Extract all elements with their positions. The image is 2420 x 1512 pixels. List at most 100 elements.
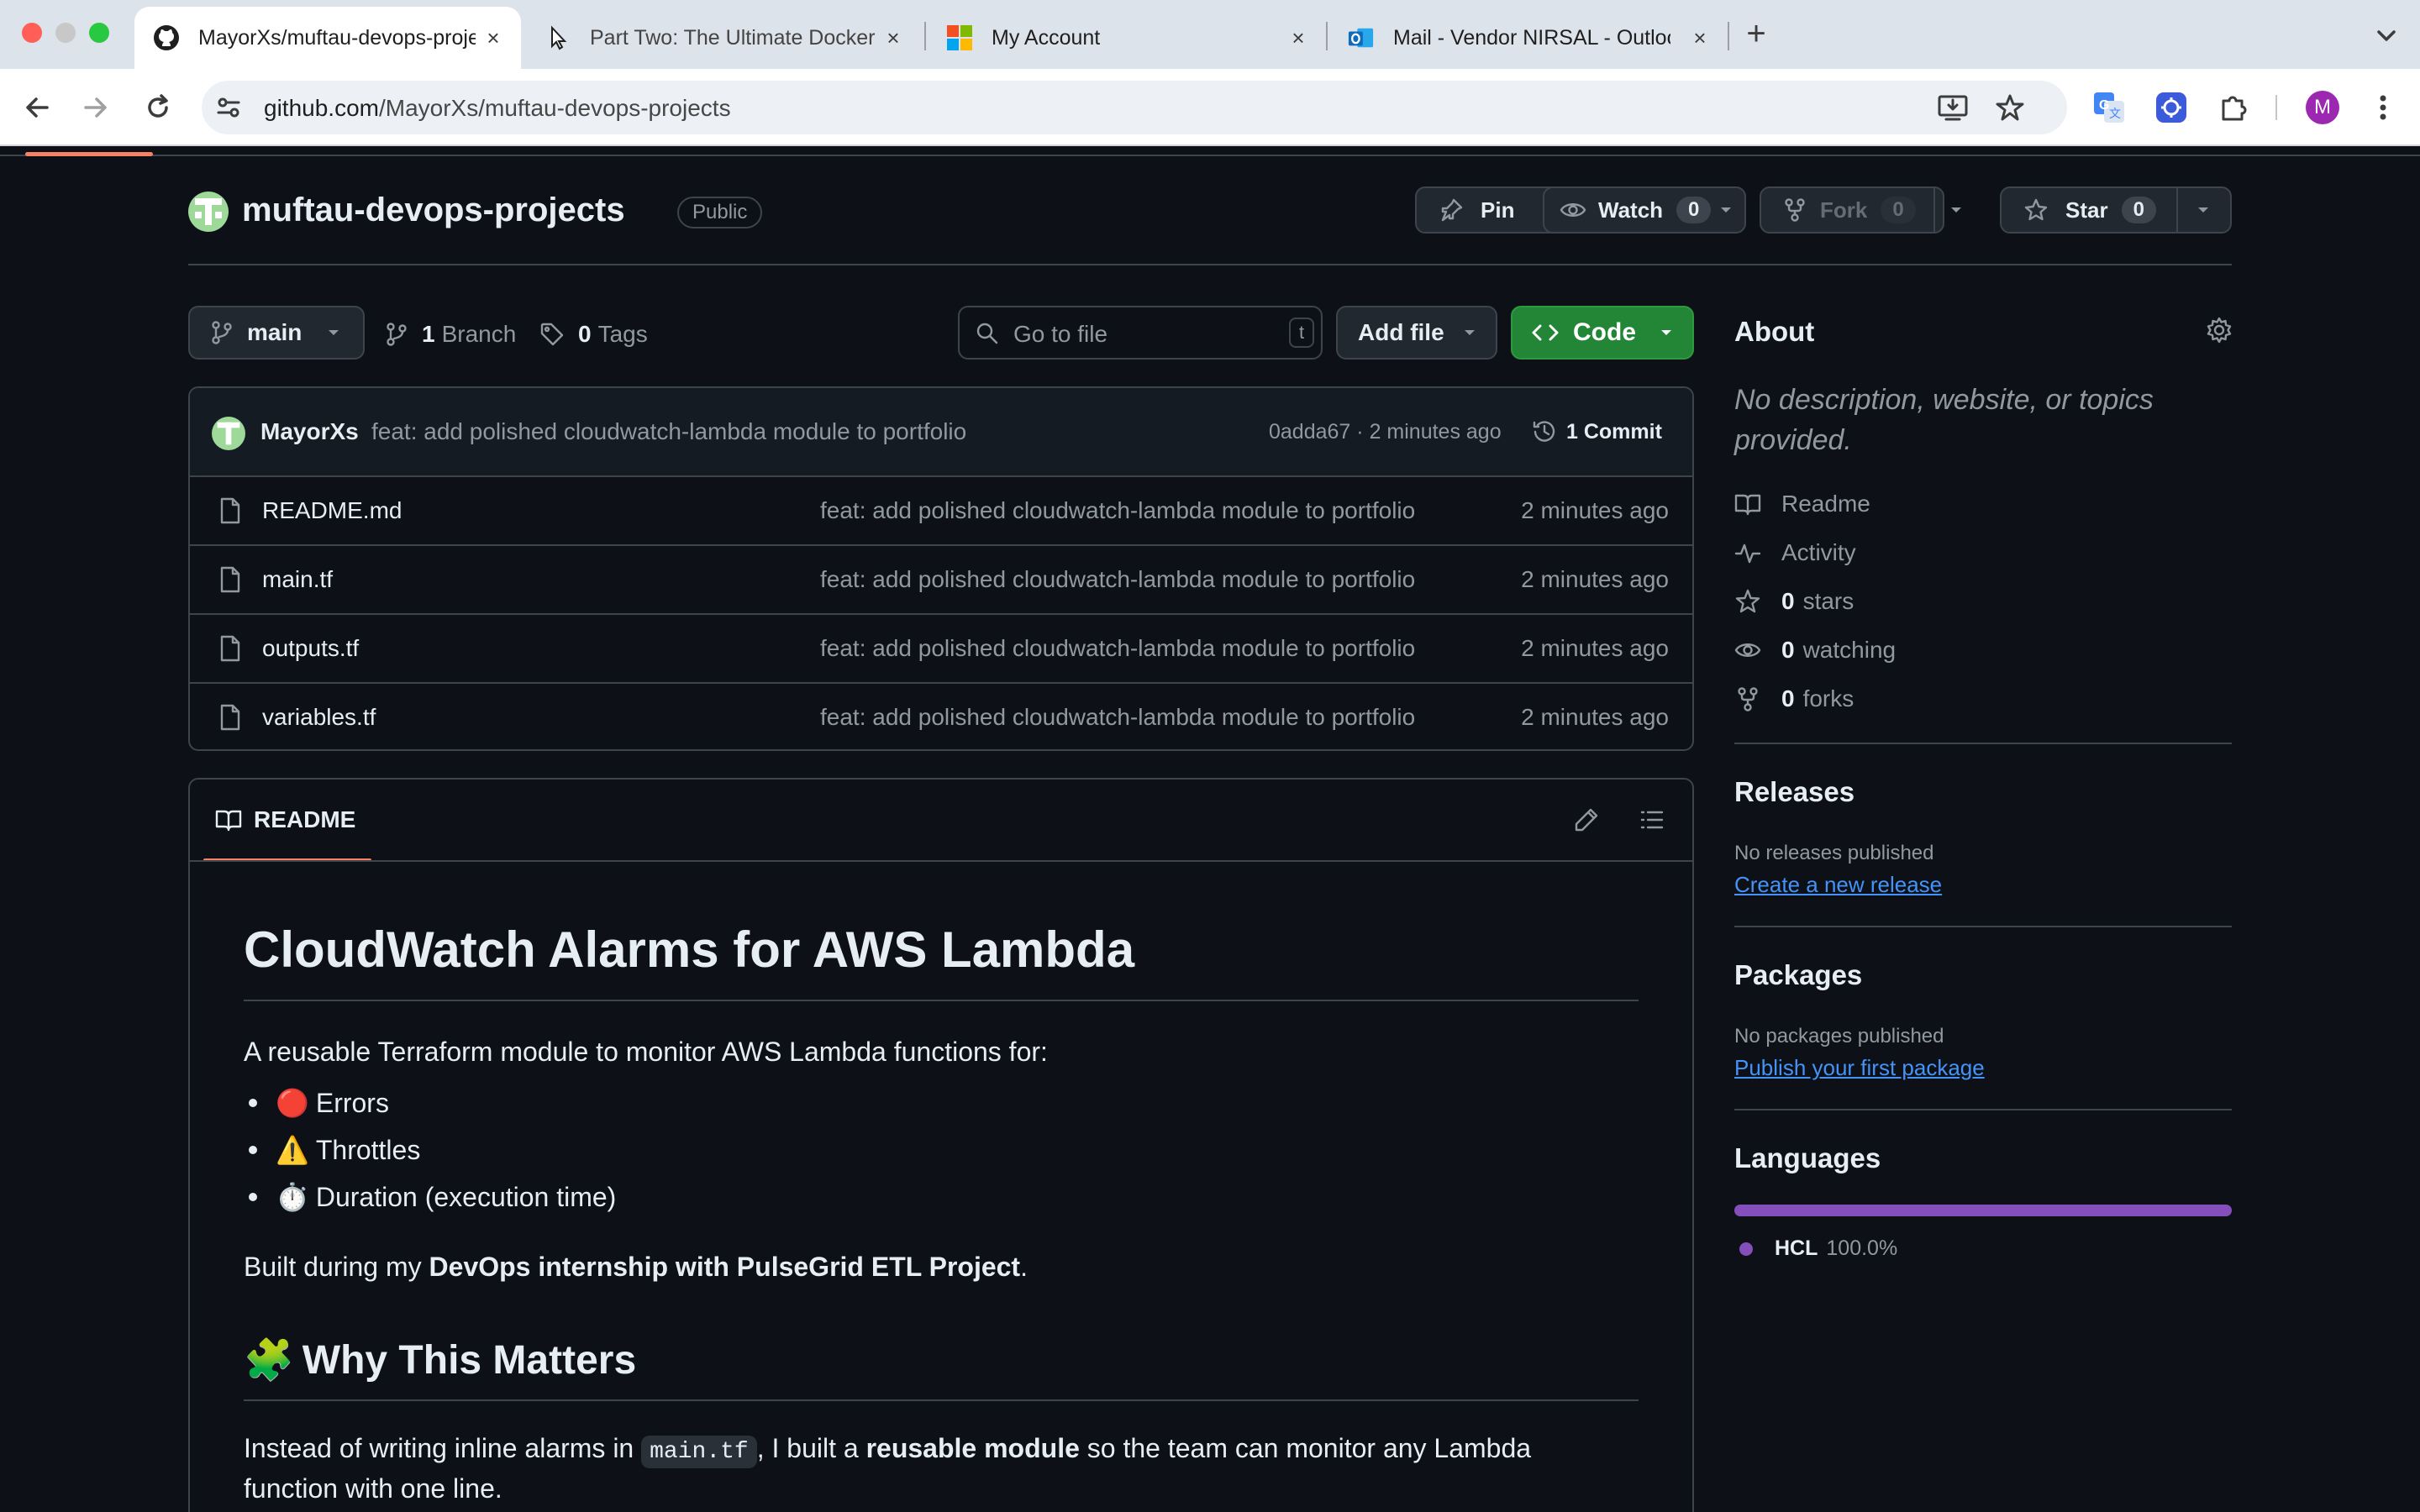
file-commit-message[interactable]: feat: add polished cloudwatch-lambda mod… [820, 635, 1415, 662]
red-circle-icon: 🔴 [276, 1088, 309, 1118]
tab-my-account[interactable]: My Account × [928, 7, 1326, 69]
latest-commit-bar: MayorXs feat: add polished cloudwatch-la… [190, 388, 1692, 477]
tab-github-repo[interactable]: MayorXs/muftau-devops-projects × [134, 7, 521, 69]
code-label: Code [1573, 318, 1636, 346]
git-branch-icon [210, 320, 234, 345]
readme-why-paragraph: Instead of writing inline alarms in main… [244, 1433, 1531, 1468]
close-tab-icon[interactable]: × [882, 27, 904, 49]
readme-link[interactable]: Readme [1734, 487, 1870, 521]
tab-title: My Account [992, 25, 1101, 50]
tab-separator [1326, 22, 1328, 50]
tag-count: 0 [578, 321, 592, 347]
stars-link[interactable]: 0 stars [1734, 585, 1854, 618]
tags-link[interactable]: 0 Tags [539, 318, 648, 351]
file-name[interactable]: outputs.tf [262, 635, 359, 662]
reload-button[interactable] [138, 87, 178, 128]
fork-button[interactable]: Fork 0 [1760, 186, 1961, 234]
sidebar-divider [1734, 1109, 2232, 1110]
book-icon [1734, 491, 1761, 517]
forward-button[interactable] [76, 87, 116, 128]
install-app-icon[interactable] [1936, 92, 1970, 123]
close-tab-icon[interactable]: × [1689, 27, 1711, 49]
google-translate-icon[interactable]: G文 [2089, 87, 2129, 128]
about-heading: About [1734, 316, 1815, 347]
extension-icon[interactable] [2151, 87, 2191, 128]
file-row[interactable]: main.tf feat: add polished cloudwatch-la… [190, 544, 1692, 613]
gear-icon[interactable] [2205, 316, 2233, 344]
tab-title: Part Two: The Ultimate Docker [590, 25, 876, 50]
tab-search-button[interactable] [2368, 18, 2405, 52]
book-icon [215, 808, 242, 832]
profile-avatar[interactable]: M [2302, 87, 2343, 128]
create-release-link[interactable]: Create a new release [1734, 872, 1942, 898]
file-row[interactable]: README.md feat: add polished cloudwatch-… [190, 475, 1692, 544]
shortcut-key: t [1289, 318, 1314, 348]
code-icon [1531, 321, 1560, 344]
tab-outlook-mail[interactable]: Mail - Vendor NIRSAL - Outlook × [1329, 7, 1728, 69]
file-commit-message[interactable]: feat: add polished cloudwatch-lambda mod… [820, 704, 1415, 731]
watch-button[interactable]: Watch 0 [1543, 186, 1746, 234]
language-item[interactable]: HCL 100.0% [1739, 1236, 1897, 1261]
forks-link[interactable]: 0 forks [1734, 682, 1854, 716]
back-button[interactable] [17, 87, 57, 128]
tab-docker-article[interactable]: Part Two: The Ultimate Docker × [526, 7, 921, 69]
minimize-window-button[interactable] [55, 23, 76, 43]
commit-message[interactable]: feat: add polished cloudwatch-lambda mod… [371, 418, 966, 445]
packages-heading[interactable]: Packages [1734, 959, 1862, 991]
outline-list-icon[interactable] [1639, 806, 1665, 833]
browser-menu-icon[interactable] [2363, 87, 2403, 128]
repo-name[interactable]: muftau-devops-projects [242, 192, 625, 229]
pin-label: Pin [1481, 197, 1515, 223]
file-commit-time: 2 minutes ago [1521, 566, 1669, 592]
watch-dropdown-icon[interactable] [1716, 200, 1736, 220]
branch-selector[interactable]: main [188, 306, 365, 360]
address-bar[interactable]: github.com/MayorXs/muftau-devops-project… [202, 81, 2067, 134]
maximize-window-button[interactable] [89, 23, 109, 43]
fork-dropdown-icon[interactable] [1946, 200, 1966, 220]
code-button[interactable]: Code [1511, 306, 1694, 360]
file-commit-message[interactable]: feat: add polished cloudwatch-lambda mod… [820, 497, 1415, 524]
tag-icon [539, 322, 565, 347]
file-commit-time: 2 minutes ago [1521, 704, 1669, 730]
toolbar-divider [2275, 95, 2277, 120]
bookmark-star-icon[interactable] [1995, 92, 2025, 123]
commit-history-link[interactable]: 1 Commit [1531, 418, 1662, 445]
file-name[interactable]: variables.tf [262, 704, 376, 731]
site-info-icon[interactable] [213, 92, 244, 123]
file-name[interactable]: README.md [262, 497, 402, 524]
close-window-button[interactable] [22, 23, 42, 43]
pulse-icon [1734, 539, 1761, 566]
commit-sha[interactable]: 0adda67 [1269, 420, 1350, 444]
star-count: 0 [2121, 197, 2156, 223]
git-branch-icon [385, 322, 408, 347]
file-row[interactable]: variables.tf feat: add polished cloudwat… [190, 682, 1692, 749]
releases-empty: No releases published [1734, 842, 1934, 864]
star-dropdown-icon[interactable] [2193, 200, 2213, 220]
owner-avatar[interactable] [188, 192, 229, 232]
watching-link[interactable]: 0 watching [1734, 633, 1896, 667]
file-name[interactable]: main.tf [262, 566, 333, 593]
edit-pencil-icon[interactable] [1573, 806, 1600, 833]
forks-count: 0 [1781, 685, 1795, 711]
url-host: github.com [264, 95, 379, 121]
file-commit-message[interactable]: feat: add polished cloudwatch-lambda mod… [820, 566, 1415, 593]
close-tab-icon[interactable]: × [482, 27, 504, 49]
star-button[interactable]: Star 0 [2000, 186, 2232, 234]
sidebar-divider [1734, 743, 2232, 744]
extensions-puzzle-icon[interactable] [2213, 87, 2254, 128]
releases-heading[interactable]: Releases [1734, 776, 1854, 808]
branches-link[interactable]: 1 Branch [385, 318, 516, 351]
go-to-file-input[interactable]: Go to file t [958, 306, 1323, 360]
new-tab-button[interactable]: + [1738, 17, 1775, 54]
close-tab-icon[interactable]: × [1287, 27, 1309, 49]
readme-link-label: Readme [1781, 491, 1870, 517]
add-file-button[interactable]: Add file [1336, 306, 1497, 360]
file-row[interactable]: outputs.tf feat: add polished cloudwatch… [190, 613, 1692, 682]
author-avatar[interactable] [212, 417, 245, 450]
activity-link[interactable]: Activity [1734, 536, 1856, 570]
readme-tab[interactable]: README [215, 806, 355, 833]
readme-built-paragraph: Built during my DevOps internship with P… [244, 1252, 1028, 1283]
commit-author[interactable]: MayorXs [260, 418, 359, 445]
publish-package-link[interactable]: Publish your first package [1734, 1055, 1985, 1081]
star-divider [2176, 188, 2178, 232]
